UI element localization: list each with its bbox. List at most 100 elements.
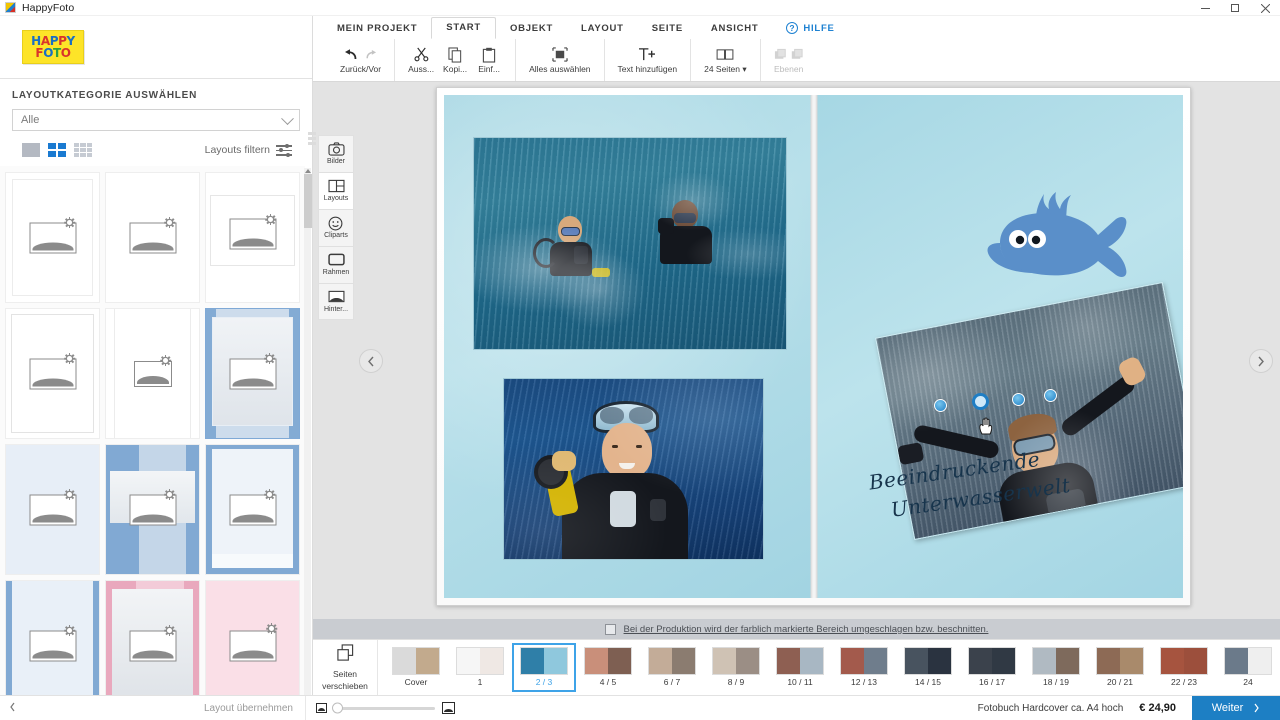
- next-button[interactable]: Weiter: [1192, 695, 1280, 720]
- minimize-icon: [1200, 7, 1210, 9]
- page-thumb-16-17[interactable]: 16 / 17: [960, 643, 1024, 692]
- price-label: € 24,90: [1139, 702, 1176, 714]
- layout-thumb-6[interactable]: [205, 308, 300, 439]
- zoom-slider[interactable]: [304, 695, 465, 720]
- layout-thumb-12[interactable]: [205, 580, 300, 711]
- layout-thumb-5[interactable]: [105, 308, 200, 439]
- page-thumb-18-19[interactable]: 18 / 19: [1024, 643, 1088, 692]
- tool-palette: Bilder Layouts Cliparts Rahmen Hinter...: [318, 135, 354, 320]
- resize-handle[interactable]: [1043, 389, 1057, 402]
- sidebar-header: LAYOUTKATEGORIE AUSWÄHLEN Alle Layouts f…: [0, 78, 312, 163]
- layers-button[interactable]: Ebenen: [770, 46, 808, 74]
- page-count-button[interactable]: 24 Seiten ▾: [700, 46, 751, 75]
- single-column-view-button[interactable]: [22, 143, 40, 157]
- cut-button[interactable]: Auss...: [404, 46, 438, 74]
- zoom-small-icon[interactable]: [315, 703, 327, 713]
- copy-button[interactable]: Kopi...: [438, 46, 472, 74]
- page-thumb-label: 24: [1243, 677, 1253, 687]
- tab-start[interactable]: START: [431, 17, 496, 39]
- page-thumbs: Cover 1 2 / 3 4 / 5 6 / 7 8 / 9 10 / 11 …: [378, 643, 1280, 692]
- add-text-button[interactable]: Text hinzufügen: [614, 46, 682, 74]
- page-thumb-8-9[interactable]: 8 / 9: [704, 643, 768, 692]
- zoom-knob[interactable]: [331, 702, 343, 714]
- palette-item-hintergrund[interactable]: Hinter...: [318, 283, 354, 320]
- two-column-view-button[interactable]: [48, 143, 66, 157]
- palette-item-rahmen[interactable]: Rahmen: [318, 246, 354, 283]
- layout-category-select[interactable]: Alle: [12, 109, 300, 131]
- page-thumb-1[interactable]: 1: [448, 643, 512, 692]
- palette-item-layouts[interactable]: Layouts: [318, 172, 354, 209]
- layout-thumb-7[interactable]: [5, 444, 100, 575]
- layout-thumb-4[interactable]: [5, 308, 100, 439]
- previous-spread-button[interactable]: [359, 349, 383, 373]
- page-thumb-cover[interactable]: Cover: [384, 643, 448, 692]
- paste-button[interactable]: Einf...: [472, 46, 506, 74]
- layout-thumb-10[interactable]: [5, 580, 100, 711]
- layout-thumb-9[interactable]: [205, 444, 300, 575]
- apply-layout-button[interactable]: Layout übernehmen: [204, 703, 305, 714]
- whale-clipart[interactable]: [980, 191, 1132, 297]
- sliders-icon[interactable]: [276, 143, 292, 157]
- tab-mein-projekt[interactable]: MEIN PROJEKT: [323, 19, 431, 39]
- filter-layouts-label[interactable]: Layouts filtern: [205, 144, 270, 156]
- page-thumb-12-13[interactable]: 12 / 13: [832, 643, 896, 692]
- page-thumb-22-23[interactable]: 22 / 23: [1152, 643, 1216, 692]
- move-pages-button[interactable]: Seiten verschieben: [313, 640, 378, 695]
- select-all-button[interactable]: Alles auswählen: [525, 46, 594, 74]
- next-label: Weiter: [1211, 702, 1244, 714]
- book-pages-icon: [716, 46, 734, 63]
- palette-item-bilder[interactable]: Bilder: [318, 135, 354, 172]
- tab-layout[interactable]: LAYOUT: [567, 19, 638, 39]
- page-thumb-24[interactable]: 24: [1216, 643, 1280, 692]
- copy-icon: [448, 46, 463, 63]
- tab-objekt[interactable]: OBJEKT: [496, 19, 567, 39]
- production-note-checkbox[interactable]: [604, 623, 616, 635]
- page-left[interactable]: [444, 95, 814, 598]
- resize-handle[interactable]: [933, 399, 947, 412]
- tab-hilfe[interactable]: ? HILFE: [772, 18, 848, 39]
- layout-thumb-2[interactable]: [105, 172, 200, 303]
- palette-label-layouts: Layouts: [323, 195, 349, 202]
- zoom-large-icon[interactable]: [441, 702, 455, 714]
- layout-thumb-3[interactable]: [205, 172, 300, 303]
- layouts-scrollbar[interactable]: [304, 168, 312, 710]
- maximize-button[interactable]: [1220, 0, 1250, 16]
- ribbon-group-select: Alles auswählen: [516, 39, 605, 81]
- palette-item-cliparts[interactable]: Cliparts: [318, 209, 354, 246]
- ribbon-group-text: Text hinzufügen: [605, 39, 692, 81]
- chevron-down-icon: [281, 112, 294, 126]
- scrollbar-thumb[interactable]: [304, 174, 312, 228]
- page-thumb-10-11[interactable]: 10 / 11: [768, 643, 832, 692]
- canvas-area[interactable]: Beeindruckende Unterwasserwelt: [313, 82, 1280, 619]
- zoom-track[interactable]: [331, 702, 435, 714]
- tab-ansicht[interactable]: ANSICHT: [697, 19, 772, 39]
- undo-redo-button[interactable]: Zurück/Vor: [336, 46, 385, 74]
- tab-seite[interactable]: SEITE: [638, 19, 697, 39]
- layout-thumb-11[interactable]: [105, 580, 200, 711]
- production-note-text[interactable]: Bei der Produktion wird der farblich mar…: [624, 624, 989, 635]
- page-thumb-6-7[interactable]: 6 / 7: [640, 643, 704, 692]
- page-thumb-2-3[interactable]: 2 / 3: [512, 643, 576, 692]
- page-thumb-20-21[interactable]: 20 / 21: [1088, 643, 1152, 692]
- minimize-button[interactable]: [1190, 0, 1220, 16]
- page-spread[interactable]: Beeindruckende Unterwasserwelt: [436, 87, 1191, 606]
- page-thumb-14-15[interactable]: 14 / 15: [896, 643, 960, 692]
- photo-selection-handles[interactable]: [933, 385, 1094, 421]
- layout-thumb-1[interactable]: [5, 172, 100, 303]
- photo-diver-portrait[interactable]: [503, 378, 764, 560]
- move-pages-line1: Seiten: [332, 669, 358, 679]
- chevron-right-icon: [1258, 356, 1264, 366]
- scroll-up-icon[interactable]: [305, 169, 311, 173]
- rotate-handle[interactable]: [971, 393, 989, 410]
- close-button[interactable]: [1250, 0, 1280, 16]
- page-right[interactable]: Beeindruckende Unterwasserwelt: [813, 95, 1183, 598]
- layout-thumb-8[interactable]: [105, 444, 200, 575]
- resize-handle[interactable]: [1011, 393, 1025, 406]
- next-spread-button[interactable]: [1249, 349, 1273, 373]
- collapse-sidebar-button[interactable]: [0, 702, 24, 715]
- page-thumb-4-5[interactable]: 4 / 5: [576, 643, 640, 692]
- palette-scroll-indicator[interactable]: [308, 132, 316, 160]
- layers-icon: [774, 46, 804, 63]
- photo-divers-surface[interactable]: [473, 137, 787, 350]
- three-column-view-button[interactable]: [74, 143, 92, 157]
